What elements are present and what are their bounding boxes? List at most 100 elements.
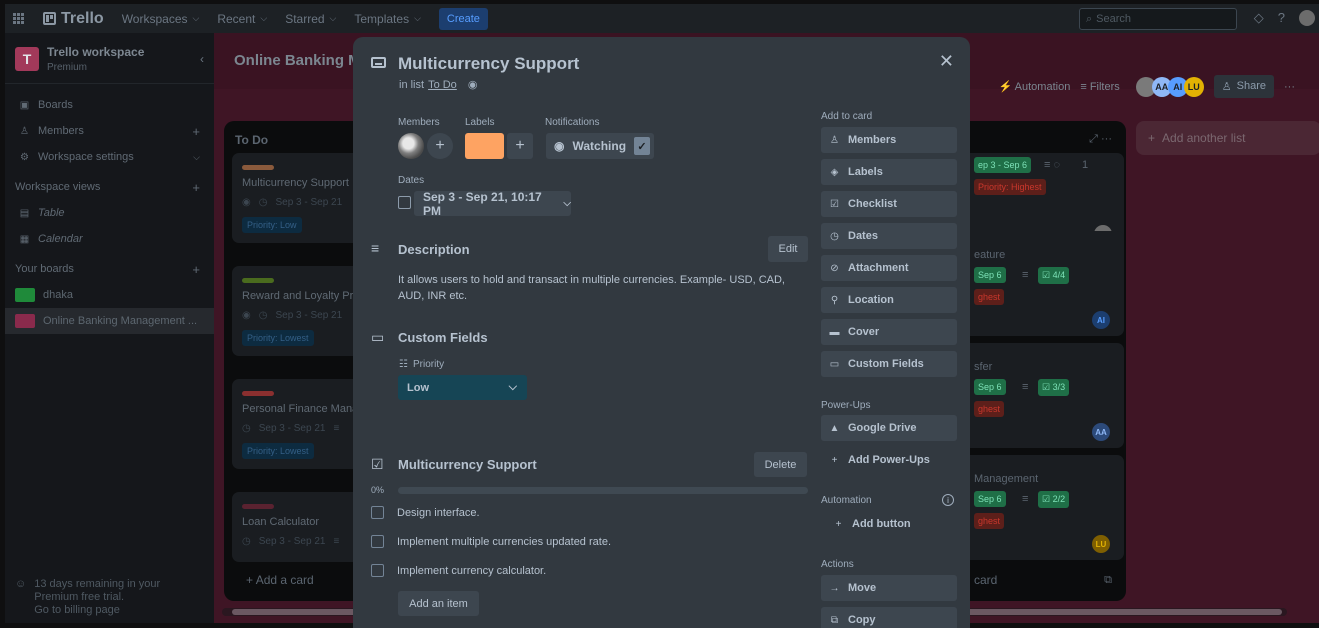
avatar[interactable]: LU (1092, 535, 1110, 553)
top-navigation: Trello Workspaces ⌵ Recent ⌵ Starred ⌵ Temp… (5, 4, 1319, 33)
actions-header: Actions (821, 559, 854, 570)
description-icon: ≡ (371, 240, 380, 256)
plus-icon[interactable]: + (192, 180, 204, 195)
board-icon: ▣ (19, 99, 30, 111)
add-list-button[interactable]: + Add another list (1136, 121, 1319, 155)
eye-icon: ◉ (467, 79, 478, 91)
priority-select[interactable]: Low ⌵ (398, 375, 527, 400)
clock-icon: ◷ (258, 310, 268, 321)
sidebar-item-workspace-settings[interactable]: ⚙ Workspace settings ⌵ (5, 144, 214, 170)
account-avatar[interactable] (1299, 10, 1315, 26)
chevron-down-icon: ⌵ (563, 198, 571, 209)
checklist-item-checkbox[interactable] (371, 506, 384, 519)
add-checklist-button[interactable]: ☑ Checklist (821, 191, 957, 217)
add-card-button[interactable]: + Add a card (246, 573, 314, 587)
add-attachment-button[interactable]: ⊘ Attachment (821, 255, 957, 281)
app-switcher-icon[interactable] (13, 12, 25, 25)
checklist-item-checkbox[interactable] (371, 564, 384, 577)
close-icon[interactable]: ✕ (939, 51, 954, 72)
nav-starred[interactable]: Starred ⌵ (285, 12, 336, 26)
add-members-button[interactable]: ♙ Members (821, 127, 957, 153)
add-custom-fields-button[interactable]: ▭ Custom Fields (821, 351, 957, 377)
card-label-chip[interactable] (465, 133, 504, 159)
checklist-icon: ☑ (1042, 382, 1053, 392)
board-members: AA AI LU (1135, 76, 1204, 97)
notifications-icon[interactable]: ◇ (1254, 10, 1264, 26)
workspace-plan: Premium (47, 62, 88, 73)
description-title: Description (398, 242, 470, 257)
checklist-item: Implement currency calculator. (371, 564, 546, 577)
add-checklist-item-button[interactable]: Add an item (398, 591, 479, 616)
dates-button[interactable]: Sep 3 - Sep 21, 10:17 PM ⌵ (414, 190, 571, 218)
avatar[interactable]: AA (1092, 423, 1110, 441)
filters-button[interactable]: ≡ Filters (1080, 81, 1119, 93)
checklist-item-checkbox[interactable] (371, 535, 384, 548)
checklist-icon: ☑ (1042, 270, 1053, 280)
info-icon[interactable]: i (942, 494, 954, 506)
sidebar-item-members[interactable]: ♙ Members + (5, 118, 214, 144)
more-menu-icon[interactable]: ··· (1284, 81, 1295, 93)
chevron-down-icon: ⌵ (508, 381, 517, 393)
google-drive-button[interactable]: ▲ Google Drive (821, 415, 957, 441)
add-powerups-button[interactable]: + Add Power-Ups (821, 447, 957, 473)
description-text[interactable]: It allows users to hold and transact in … (398, 272, 808, 304)
card-right-3[interactable]: sfer Sep 6 ≡ ☑ 3/3 ghest AA (962, 343, 1124, 448)
cover-icon: ▬ (829, 326, 840, 338)
sidebar-item-table[interactable]: ▤ Table (5, 200, 214, 226)
sidebar: T Trello workspace Premium ‹ ▣ Boards ♙ Me… (5, 33, 214, 623)
card-label (242, 504, 274, 509)
watch-button[interactable]: ◉ Watching ✓ (546, 133, 654, 159)
help-icon[interactable]: ? (1278, 10, 1285, 26)
nav-recent[interactable]: Recent ⌵ (217, 12, 267, 26)
plus-icon[interactable]: + (192, 124, 200, 139)
share-button[interactable]: ♙ Share (1213, 75, 1274, 98)
nav-templates[interactable]: Templates ⌵ (354, 12, 421, 26)
search-input[interactable]: ⌕ Search (1079, 8, 1237, 30)
card-title[interactable]: Multicurrency Support (398, 54, 579, 74)
copy-button[interactable]: ⧉ Copy (821, 607, 957, 628)
avatar[interactable]: LU (1183, 76, 1204, 97)
lightning-icon: ⚡ (998, 81, 1015, 93)
checklist-title[interactable]: Multicurrency Support (398, 457, 537, 472)
edit-description-button[interactable]: Edit (768, 236, 808, 262)
automation-button[interactable]: ⚡ Automation (999, 80, 1071, 93)
chevron-down-icon: ⌵ (193, 151, 200, 162)
list-link[interactable]: To Do (428, 79, 457, 91)
plus-icon: + (1148, 131, 1156, 145)
description-icon: ≡ (1022, 381, 1029, 393)
plus-icon[interactable]: + (192, 262, 204, 277)
card-label (242, 165, 274, 170)
checklist-item: Implement multiple currencies updated ra… (371, 535, 611, 548)
card-icon (371, 57, 386, 68)
nav-workspaces[interactable]: Workspaces ⌵ (122, 12, 200, 26)
collapse-sidebar-icon[interactable]: ‹ (200, 52, 204, 66)
add-label-button[interactable]: + (507, 133, 533, 159)
add-card-button[interactable]: card (974, 573, 997, 587)
card-right-2[interactable]: eature Sep 6 ≡ ☑ 4/4 ghest AI (962, 231, 1124, 336)
avatar[interactable]: AI (1092, 311, 1110, 329)
custom-fields-icon: ▭ (829, 358, 840, 370)
list-menu-icon[interactable]: ⤢ ··· (1089, 133, 1112, 146)
trello-logo[interactable]: Trello (43, 10, 104, 28)
billing-link[interactable]: Go to billing page (34, 604, 160, 617)
sidebar-board-online-banking[interactable]: Online Banking Management ... (5, 308, 214, 334)
checklist-icon: ☑ (1042, 494, 1053, 504)
add-member-button[interactable]: + (427, 133, 453, 159)
list-title[interactable]: To Do (235, 133, 268, 147)
card-right-4[interactable]: Management Sep 6 ≡ ☑ 2/2 ghest LU (962, 455, 1124, 560)
add-location-button[interactable]: ⚲ Location (821, 287, 957, 313)
add-dates-button[interactable]: ◷ Dates (821, 223, 957, 249)
move-button[interactable]: → Move (821, 575, 957, 601)
board-title[interactable]: Online Banking M (234, 52, 361, 69)
create-button[interactable]: Create (438, 7, 488, 30)
delete-checklist-button[interactable]: Delete (754, 452, 807, 477)
due-date-checkbox[interactable] (398, 196, 411, 209)
add-button-button[interactable]: + Add button (825, 511, 961, 537)
sidebar-item-calendar[interactable]: ▦ Calendar (5, 226, 214, 252)
add-cover-button[interactable]: ▬ Cover (821, 319, 957, 345)
template-icon[interactable]: ⧉ (1104, 574, 1112, 587)
sidebar-item-boards[interactable]: ▣ Boards (5, 92, 214, 118)
add-labels-button[interactable]: ◈ Labels (821, 159, 957, 185)
avatar[interactable] (398, 133, 424, 159)
sidebar-board-dhaka[interactable]: dhaka (5, 282, 214, 308)
